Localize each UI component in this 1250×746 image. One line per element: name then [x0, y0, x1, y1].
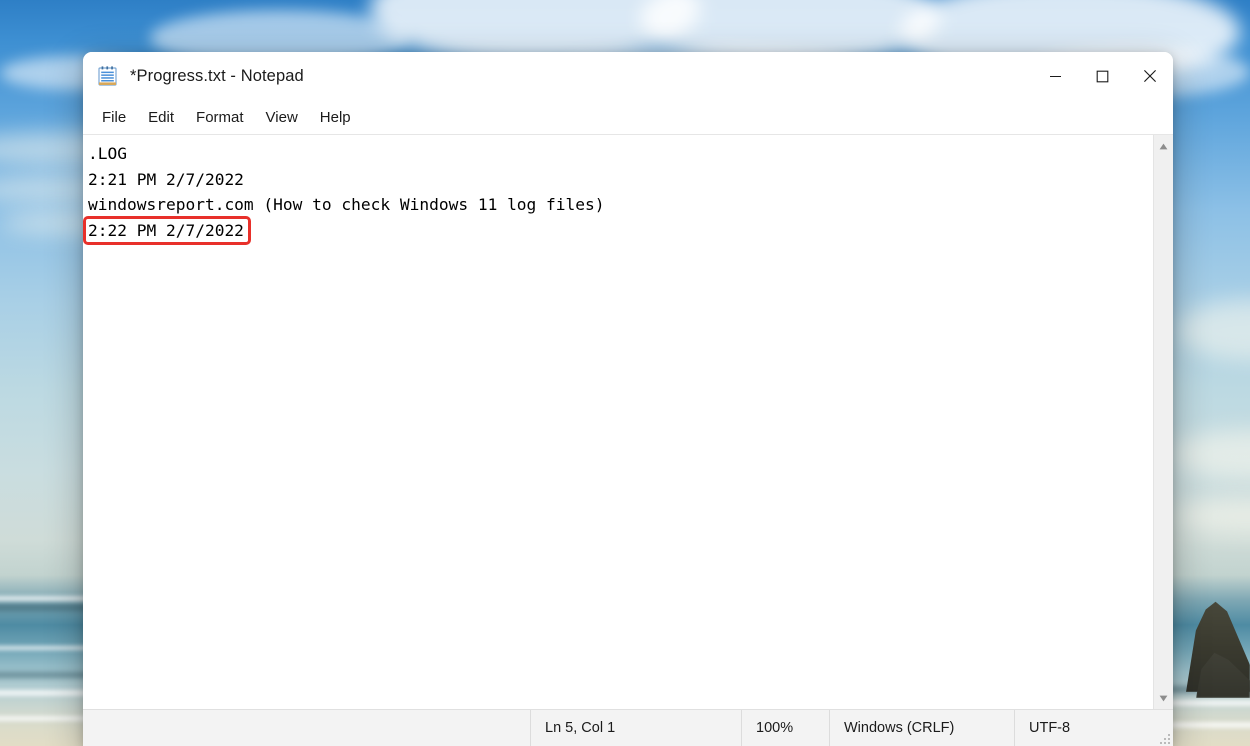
status-zoom-level[interactable]: 100%: [741, 710, 829, 746]
title-bar[interactable]: *Progress.txt - Notepad: [83, 52, 1173, 100]
status-bar-spacer: [83, 710, 530, 746]
status-cursor-position: Ln 5, Col 1: [530, 710, 741, 746]
status-line-ending[interactable]: Windows (CRLF): [829, 710, 1014, 746]
status-encoding[interactable]: UTF-8: [1014, 710, 1173, 746]
sea-stack-rock: [1186, 601, 1250, 692]
sea-stack-rock: [1196, 652, 1250, 698]
wave-line: [0, 716, 90, 721]
text-line: 2:22 PM 2/7/2022: [88, 220, 244, 240]
menu-item-help[interactable]: Help: [309, 106, 362, 129]
close-icon: [1143, 69, 1156, 83]
vertical-scrollbar[interactable]: [1153, 135, 1173, 709]
wave-line: [0, 596, 90, 601]
notepad-icon: [97, 65, 118, 87]
haze-band: [1176, 300, 1250, 360]
wave-line: [1160, 686, 1250, 693]
notepad-window: *Progress.txt - Notepad File Edit Format…: [83, 52, 1173, 746]
menu-item-edit[interactable]: Edit: [137, 106, 185, 129]
maximize-button[interactable]: [1079, 52, 1126, 100]
close-button[interactable]: [1126, 52, 1173, 100]
menu-item-format[interactable]: Format: [185, 106, 255, 129]
haze-band: [1172, 498, 1250, 534]
window-controls: [1032, 52, 1173, 100]
text-line: 2:21 PM 2/7/2022: [88, 169, 244, 189]
menu-item-file[interactable]: File: [91, 106, 137, 129]
wave-line: [0, 672, 90, 678]
text-line: windowsreport.com (How to check Windows …: [88, 195, 605, 214]
wave-line: [0, 690, 90, 696]
scroll-up-arrow-icon[interactable]: [1155, 138, 1173, 154]
haze-band: [1170, 430, 1250, 478]
menu-item-view[interactable]: View: [255, 106, 309, 129]
editor-area: .LOG 2:21 PM 2/7/2022 windowsreport.com …: [83, 135, 1173, 709]
wave-line: [0, 646, 95, 650]
status-bar: Ln 5, Col 1 100% Windows (CRLF) UTF-8: [83, 709, 1173, 746]
text-line: [86, 243, 1153, 269]
text-line: .LOG: [88, 144, 127, 163]
minimize-button[interactable]: [1032, 52, 1079, 100]
menu-bar: File Edit Format View Help: [83, 100, 1173, 135]
minimize-icon: [1050, 75, 1061, 77]
scroll-down-arrow-icon[interactable]: [1155, 690, 1173, 706]
maximize-icon: [1096, 70, 1109, 82]
window-title: *Progress.txt - Notepad: [130, 66, 304, 85]
wave-line: [1160, 722, 1250, 728]
wave-line: [1160, 700, 1250, 706]
text-editor[interactable]: .LOG 2:21 PM 2/7/2022 windowsreport.com …: [83, 135, 1153, 709]
